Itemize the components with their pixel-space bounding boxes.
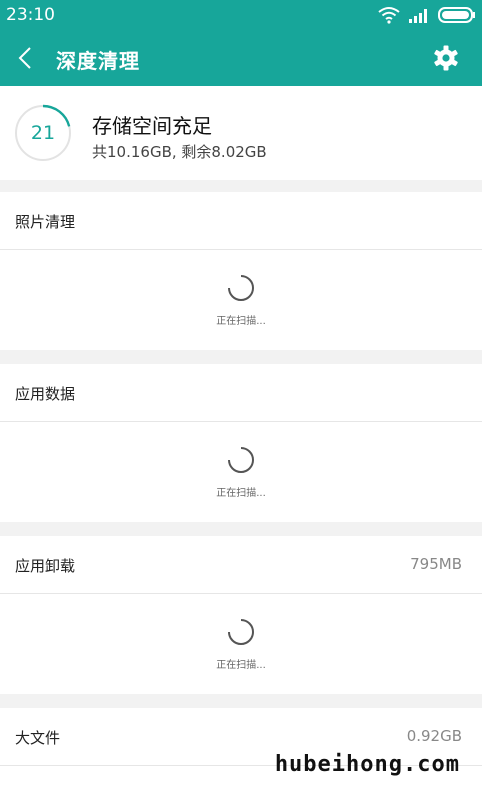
section-app-uninstall[interactable]: 应用卸载 795MB 正在扫描... [0, 536, 482, 694]
section-body: 正在扫描... [0, 422, 482, 522]
scanning-status: 正在扫描... [216, 316, 266, 327]
signal-icon [409, 9, 427, 23]
section-title: 应用卸载 [15, 557, 76, 575]
status-icons [378, 5, 476, 25]
status-bar: 23:10 [0, 0, 482, 30]
section-title: 应用数据 [15, 385, 76, 403]
back-arrow-icon [18, 47, 31, 69]
section-header[interactable]: 应用数据 [0, 364, 482, 422]
status-time: 23:10 [6, 5, 55, 25]
section-photo-cleanup[interactable]: 照片清理 正在扫描... [0, 192, 482, 350]
storage-status-title: 存储空间充足 [92, 114, 212, 138]
app-bar: 深度清理 [0, 30, 482, 86]
section-header[interactable]: 应用卸载 795MB [0, 536, 482, 594]
spinner-icon [228, 619, 254, 645]
battery-icon [438, 7, 475, 23]
storage-score: 21 [30, 122, 56, 144]
watermark-text: hubeihong.com [274, 752, 460, 777]
spinner-icon [228, 275, 254, 301]
section-size: 0.92GB [406, 727, 462, 745]
gear-icon [434, 45, 458, 71]
storage-summary: 21 存储空间充足 共10.16GB, 剩余8.02GB [0, 86, 482, 180]
storage-capacity-text: 共10.16GB, 剩余8.02GB [92, 143, 267, 161]
scanning-status: 正在扫描... [216, 660, 266, 671]
wifi-icon [378, 7, 400, 24]
section-title: 照片清理 [15, 213, 76, 231]
page-title: 深度清理 [56, 49, 140, 73]
section-body: 正在扫描... [0, 250, 482, 350]
spinner-icon [228, 447, 254, 473]
settings-button[interactable] [432, 44, 460, 72]
section-title: 大文件 [15, 729, 61, 747]
section-header[interactable]: 照片清理 [0, 192, 482, 250]
section-size: 795MB [410, 555, 462, 573]
scanning-status: 正在扫描... [216, 488, 266, 499]
section-app-data[interactable]: 应用数据 正在扫描... [0, 364, 482, 522]
section-body: 正在扫描... [0, 594, 482, 694]
back-button[interactable] [12, 44, 40, 72]
